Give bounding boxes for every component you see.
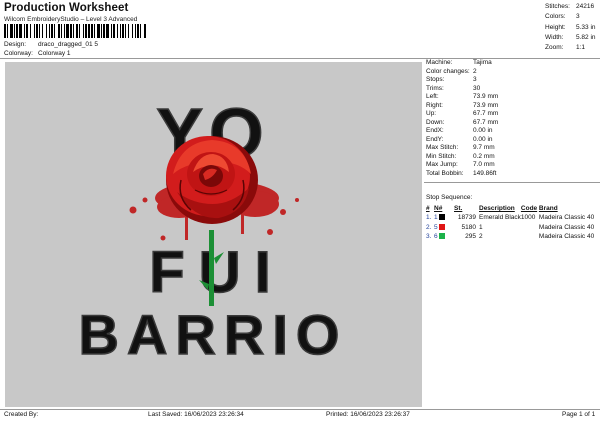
stop-sequence: Stop Sequence: # N# St. Description Code… — [426, 194, 600, 242]
info-row: Min Stitch: 0.2 mm — [426, 152, 495, 160]
design-value: draco_dragged_01 5 — [38, 41, 98, 48]
stat-row: Stitches: 24216 — [545, 3, 595, 10]
footer-last-saved: Last Saved: 16/06/2023 23:26:34 — [148, 411, 244, 418]
colorway-label: Colorway: — [4, 50, 33, 57]
info-row: Machine: Tajima — [426, 59, 492, 66]
info-row: Right: 73.9 mm — [426, 101, 499, 109]
footer-printed: Printed: 16/06/2023 23:26:37 — [326, 411, 410, 418]
stat-row: Colors: 3 — [545, 13, 580, 21]
footer-created-by: Created By: — [4, 411, 39, 418]
design-label: Design: — [4, 41, 27, 48]
design-text-line2: FUI — [149, 240, 284, 305]
info-row: Trims: 30 — [426, 84, 481, 92]
info-row: Down: 67.7 mm — [426, 118, 499, 126]
info-row: Max Jump: 7.0 mm — [426, 161, 495, 168]
table-row: 2. 5 5180 1 Madeira Classic 40 — [426, 223, 595, 231]
stop-sequence-title: Stop Sequence: — [426, 194, 473, 201]
info-divider — [424, 182, 600, 183]
colorway-value: Colorway 1 — [38, 50, 71, 57]
info-row: Color changes: 2 — [426, 67, 477, 75]
footer-divider — [0, 409, 600, 410]
color-swatch — [439, 214, 446, 221]
table-row: 1. 1 18739 Emerald Black 1000 Madeira Cl… — [426, 214, 595, 222]
design-row: Design: draco_dragged_01 5 — [4, 41, 98, 48]
info-row: Stops: 3 — [426, 76, 477, 83]
machine-info: Machine: Tajima Color changes: 2 Stops: 3 T… — [426, 59, 598, 178]
barcode — [4, 24, 147, 38]
top-stats: Stitches: 24216 Colors: 3 Height: 5.33 in W… — [545, 2, 600, 53]
footer-page: Page 1 of 1 — [562, 411, 596, 418]
info-row: Left: 73.9 mm — [426, 93, 499, 100]
info-row: EndX: 0.00 in — [426, 127, 493, 134]
info-row: Up: 67.7 mm — [426, 110, 499, 117]
stop-table: # N# St. Description Code Brand 1. 1 187… — [426, 204, 600, 242]
page-title: Production Worksheet — [4, 2, 129, 14]
rose-icon — [166, 136, 258, 224]
design-preview: YO FUI BARRIO — [5, 62, 422, 407]
info-row: EndY: 0.00 in — [426, 135, 493, 143]
stop-table-header: # N# St. Description Code Brand — [426, 205, 558, 212]
table-row: 3. 6 295 2 Madeira Classic 40 — [426, 233, 595, 241]
stat-row: Width: 5.82 in — [545, 33, 596, 41]
stat-row: Zoom: 1:1 — [545, 44, 586, 52]
info-row: Max Stitch: 9.7 mm — [426, 144, 495, 151]
stat-row: Height: 5.33 in — [545, 23, 596, 31]
colorway-row: Colorway: Colorway 1 — [4, 50, 71, 57]
color-swatch — [439, 223, 446, 230]
software-name: Wilcom EmbroideryStudio – Level 3 Advanc… — [4, 16, 138, 23]
info-row: Total Bobbin: 149.86ft — [426, 169, 497, 177]
color-swatch — [439, 233, 446, 240]
design-text-line3: BARRIO — [79, 303, 348, 366]
